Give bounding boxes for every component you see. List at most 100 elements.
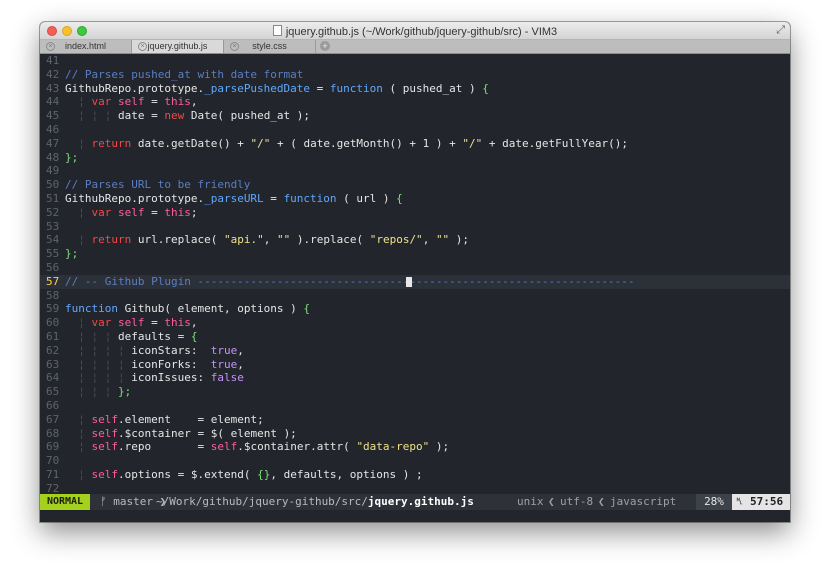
file-path-name: jquery.github.js — [367, 495, 474, 508]
line-number: 59 — [46, 302, 60, 316]
line-number: 61 — [46, 329, 60, 343]
code-line[interactable]: 67 ¦ self.element = element; — [40, 413, 790, 427]
code-text: ¦ self.$container = $( element ); — [65, 426, 297, 440]
line-number: 47 — [46, 136, 60, 150]
line-number: 50 — [46, 178, 60, 192]
line-number: 66 — [46, 398, 60, 412]
code-line[interactable]: 47 ¦ return date.getDate() + "/" + ( dat… — [40, 137, 790, 151]
line-number: 45 — [46, 109, 60, 123]
line-number: 51 — [46, 191, 60, 205]
code-text: ¦ return date.getDate() + "/" + ( date.g… — [65, 136, 628, 150]
code-line[interactable]: 70 — [40, 454, 790, 468]
code-text: }; — [65, 247, 79, 261]
position-value: 57:56 — [750, 495, 784, 508]
code-line[interactable]: 48}; — [40, 151, 790, 165]
line-number: 43 — [46, 81, 60, 95]
code-line[interactable]: 56 — [40, 261, 790, 275]
title-bar: jquery.github.js (~/Work/github/jquery-g… — [40, 22, 790, 40]
command-line[interactable] — [40, 510, 790, 522]
line-number: 69 — [46, 440, 60, 454]
mode-indicator: NORMAL — [40, 494, 90, 510]
code-line[interactable]: 68 ¦ self.$container = $( element ); — [40, 427, 790, 441]
code-line[interactable]: 52 ¦ var self = this; — [40, 206, 790, 220]
code-text: ¦ ¦ ¦ ¦ iconIssues: false — [65, 371, 244, 385]
code-line[interactable]: 50 // Parses URL to be friendly — [40, 178, 790, 192]
line-number: 48 — [46, 150, 60, 164]
code-line[interactable]: 58 — [40, 289, 790, 303]
code-line[interactable]: 64 ¦ ¦ ¦ ¦ iconIssues: false — [40, 371, 790, 385]
line-number: 63 — [46, 357, 60, 371]
line-number: 71 — [46, 467, 60, 481]
cursor-position: ␤ 57:56 — [732, 494, 790, 510]
line-number: 53 — [46, 219, 60, 233]
code-text: ¦ return url.replace( "api.", "" ).repla… — [65, 233, 470, 247]
code-line[interactable]: 43 GithubRepo.prototype._parsePushedDate … — [40, 82, 790, 96]
window-title-wrap: jquery.github.js (~/Work/github/jquery-g… — [40, 25, 790, 38]
current-line[interactable]: 57 // -- Github Plugin ------------------… — [40, 274, 790, 289]
code-line[interactable]: 55}; — [40, 247, 790, 261]
line-number: 55 — [46, 247, 60, 261]
code-text: ¦ self.element = element; — [65, 412, 264, 426]
document-icon — [272, 25, 282, 36]
file-path: ~/Work/github/jquery-github/src/jquery.g… — [156, 494, 474, 510]
code-text: GithubRepo.prototype._parsePushedDate = … — [65, 81, 489, 95]
line-number: 56 — [46, 260, 60, 274]
text-cursor — [406, 276, 412, 287]
code-text: GithubRepo.prototype._parseURL = functio… — [65, 191, 403, 205]
code-line[interactable]: 71 ¦ self.options = $.extend( {}, defaul… — [40, 468, 790, 482]
code-line[interactable]: 63 ¦ ¦ ¦ ¦ iconForks: true, — [40, 358, 790, 372]
separator-icon: ❮ — [598, 495, 605, 508]
line-number: 44 — [46, 95, 60, 109]
branch-icon: ᚠ — [100, 495, 107, 508]
code-line[interactable]: 45 ¦ ¦ ¦ date = new Date( pushed_at ); — [40, 109, 790, 123]
code-text: ¦ self.options = $.extend( {}, defaults,… — [65, 467, 423, 481]
code-line[interactable]: 59 function Github( element, options ) { — [40, 302, 790, 316]
code-line[interactable]: 44 ¦ var self = this, — [40, 95, 790, 109]
tab-label: jquery.github.js — [147, 41, 208, 51]
line-number: 67 — [46, 412, 60, 426]
code-editor[interactable]: 41 42 // Parses pushed_at with date format… — [40, 54, 790, 495]
code-text: // -- Github Plugin --------------------… — [65, 274, 635, 288]
tab-jquery-github-js[interactable]: × jquery.github.js — [132, 40, 224, 53]
code-text: ¦ ¦ ¦ date = new Date( pushed_at ); — [65, 109, 311, 123]
code-text: // Parses URL to be friendly — [65, 178, 251, 192]
code-line[interactable]: 51 GithubRepo.prototype._parseURL = funct… — [40, 192, 790, 206]
fullscreen-icon[interactable]: ⤢ — [776, 25, 785, 36]
line-number-icon: ␤ — [736, 497, 744, 507]
line-number: 70 — [46, 454, 60, 468]
code-line[interactable]: 69 ¦ self.repo = self.$container.attr( "… — [40, 440, 790, 454]
code-line[interactable]: 41 — [40, 54, 790, 68]
line-number: 65 — [46, 385, 60, 399]
code-line[interactable]: 60 ¦ var self = this, — [40, 316, 790, 330]
new-tab-plus-icon[interactable]: + — [320, 41, 330, 51]
code-line[interactable]: 62 ¦ ¦ ¦ ¦ iconStars: true, — [40, 344, 790, 358]
line-number: 52 — [46, 205, 60, 219]
line-number: 68 — [46, 426, 60, 440]
line-number: 46 — [46, 122, 60, 136]
code-line[interactable]: 49 — [40, 164, 790, 178]
code-line[interactable]: 65 ¦ ¦ ¦ }; — [40, 385, 790, 399]
code-line[interactable]: 46 — [40, 123, 790, 137]
code-text: function Github( element, options ) { — [65, 302, 311, 316]
code-text: ¦ var self = this; — [65, 205, 198, 219]
code-line[interactable]: 66 — [40, 399, 790, 413]
code-text: }; — [65, 150, 79, 164]
code-line[interactable]: 42 // Parses pushed_at with date format — [40, 68, 790, 82]
tab-bar: × index.html × jquery.github.js × style.… — [40, 40, 790, 54]
separator-icon: ❮ — [548, 495, 555, 508]
code-text: ¦ var self = this, — [65, 316, 198, 330]
line-number: 62 — [46, 343, 60, 357]
tab-style-css[interactable]: × style.css — [224, 40, 316, 53]
filetype: javascript — [610, 495, 677, 508]
code-line[interactable]: 54 ¦ return url.replace( "api.", "" ).re… — [40, 233, 790, 247]
code-line[interactable]: 53 — [40, 220, 790, 234]
vim-window: jquery.github.js (~/Work/github/jquery-g… — [40, 22, 790, 522]
fileformat: unix — [517, 495, 544, 508]
tab-index-html[interactable]: × index.html — [40, 40, 132, 53]
code-text: ¦ ¦ ¦ }; — [65, 385, 132, 399]
scroll-percent: 28% — [696, 494, 732, 510]
status-line: NORMAL ᚠ master ❯ ~/Work/github/jquery-g… — [40, 494, 790, 510]
code-text: ¦ var self = this, — [65, 95, 198, 109]
code-line[interactable]: 61 ¦ ¦ ¦ defaults = { — [40, 330, 790, 344]
line-number: 41 — [46, 54, 60, 67]
